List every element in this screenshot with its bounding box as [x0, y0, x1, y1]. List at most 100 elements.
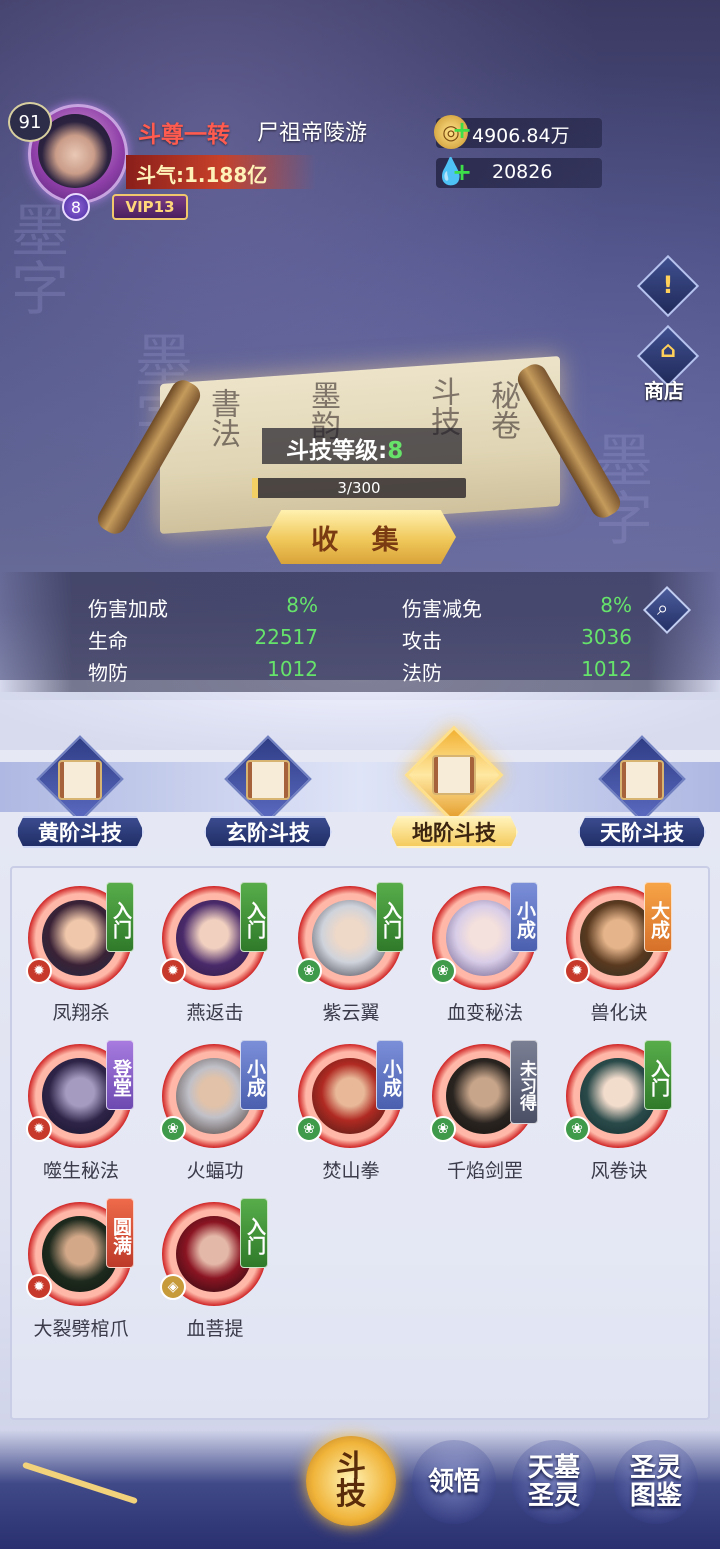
skill-rank-tag: 入门: [240, 1198, 268, 1268]
scroll-calligraphy: 斗技: [425, 376, 460, 436]
nav-skills-button[interactable]: 斗技: [306, 1436, 396, 1526]
skill-card[interactable]: 入门 ❀ 风卷诀: [552, 1034, 686, 1184]
wood-element-icon: ❀: [160, 1116, 186, 1142]
wood-element-icon: ❀: [430, 1116, 456, 1142]
skill-level-value: 8: [387, 438, 404, 464]
skill-progress-bar: 3/300: [252, 478, 466, 498]
stat-label: 物防: [88, 661, 128, 685]
skill-rank-tag: 小成: [510, 882, 538, 952]
skill-rank-tag: 未习得: [510, 1040, 538, 1124]
gold-value: 4906.84万: [472, 125, 570, 147]
player-level-badge: 91: [8, 102, 52, 142]
stat-value: 3036: [581, 625, 632, 649]
skill-card[interactable]: 登堂 ✹ 噬生秘法: [14, 1034, 148, 1184]
skill-card[interactable]: 大成 ✹ 兽化诀: [552, 876, 686, 1026]
shop-pavilion-icon: ⌂: [660, 338, 676, 363]
add-gold-icon[interactable]: +: [452, 116, 472, 144]
skill-book-icon: [620, 760, 664, 800]
stat-value: 8%: [286, 593, 318, 617]
skill-card[interactable]: 入门 ❀ 紫云翼: [284, 876, 418, 1026]
skill-book-icon: [58, 760, 102, 800]
stat-value: 1012: [581, 657, 632, 681]
magnifier-icon: ⌕: [657, 596, 669, 620]
fire-element-icon: ✹: [160, 958, 186, 984]
skill-rank-tag: 入门: [106, 882, 134, 952]
skill-name: 凤翔杀: [52, 1002, 110, 1024]
stat-value: 22517: [254, 625, 318, 649]
stat-value: 8%: [600, 593, 632, 617]
skill-name: 大裂劈棺爪: [33, 1318, 129, 1340]
skill-rank-tag: 入门: [376, 882, 404, 952]
nav-atlas-label: 圣灵图鉴: [629, 1453, 682, 1511]
collect-button[interactable]: 收 集: [266, 510, 456, 564]
vip-badge[interactable]: VIP13: [112, 194, 188, 220]
skill-card[interactable]: 小成 ❀ 焚山拳: [284, 1034, 418, 1184]
skill-card[interactable]: 圆满 ✹ 大裂劈棺爪: [14, 1192, 148, 1342]
stat-label: 法防: [402, 661, 442, 685]
skill-rank-tag: 登堂: [106, 1040, 134, 1110]
skill-rank-tag: 入门: [240, 882, 268, 952]
skill-card[interactable]: 小成 ❀ 火蝠功: [148, 1034, 282, 1184]
skill-level-label: 斗技等级:: [286, 438, 388, 464]
nav-comprehend-button[interactable]: 领悟: [412, 1440, 496, 1524]
skill-card[interactable]: 入门 ✹ 燕返击: [148, 876, 282, 1026]
skill-card[interactable]: 入门 ✹ 凤翔杀: [14, 876, 148, 1026]
skill-progress-text: 3/300: [337, 479, 381, 497]
collect-label: 收 集: [311, 524, 411, 556]
skill-name: 血菩提: [186, 1318, 244, 1340]
skill-name: 兽化诀: [590, 1002, 648, 1024]
stat-label: 伤害加成: [88, 597, 168, 621]
fire-element-icon: ✹: [26, 1116, 52, 1142]
player-name: 尸祖帝陵游: [257, 121, 368, 146]
wood-element-icon: ❀: [296, 958, 322, 984]
skill-card[interactable]: 小成 ❀ 血变秘法: [418, 876, 552, 1026]
skill-book-icon: [246, 760, 290, 800]
wood-element-icon: ❀: [296, 1116, 322, 1142]
skill-rank-tag: 大成: [644, 882, 672, 952]
nav-skills-label: 斗技: [336, 1449, 366, 1512]
nav-tomb-label: 天墓圣灵: [527, 1453, 580, 1511]
stat-label: 攻击: [402, 629, 442, 653]
skill-rank-tag: 圆满: [106, 1198, 134, 1268]
skill-name: 血变秘法: [446, 1002, 523, 1024]
skill-name: 噬生秘法: [42, 1160, 119, 1182]
tab-2[interactable]: 地阶斗技: [390, 816, 518, 848]
stat-value: 1012: [267, 657, 318, 681]
tab-3[interactable]: 天阶斗技: [578, 816, 706, 848]
power-value: 斗气:1.188亿: [136, 163, 268, 187]
stat-label: 生命: [88, 629, 128, 653]
skill-rank-tag: 小成: [240, 1040, 268, 1110]
gold-element-icon: ◈: [160, 1274, 186, 1300]
skill-rank-tag: 小成: [376, 1040, 404, 1110]
nav-comprehend-label: 领悟: [427, 1467, 480, 1497]
scroll-calligraphy: 書法: [205, 388, 240, 448]
nav-tomb-button[interactable]: 天墓圣灵: [512, 1440, 596, 1524]
skill-book-icon: [432, 755, 476, 795]
skill-name: 焚山拳: [322, 1160, 380, 1182]
wood-element-icon: ❀: [430, 958, 456, 984]
add-crystal-icon[interactable]: +: [452, 158, 472, 186]
fire-element-icon: ✹: [26, 958, 52, 984]
skill-name: 燕返击: [186, 1002, 244, 1024]
skill-rank-tag: 入门: [644, 1040, 672, 1110]
star-badge: 8: [62, 193, 90, 221]
fire-element-icon: ✹: [564, 958, 590, 984]
nav-atlas-button[interactable]: 圣灵图鉴: [614, 1440, 698, 1524]
exclamation-icon: !: [662, 271, 674, 299]
skill-name: 千焰剑罡: [446, 1160, 523, 1182]
wood-element-icon: ❀: [564, 1116, 590, 1142]
skill-card[interactable]: 入门 ◈ 血菩提: [148, 1192, 282, 1342]
skill-name: 风卷诀: [590, 1160, 648, 1182]
skill-card[interactable]: 未习得 ❀ 千焰剑罡: [418, 1034, 552, 1184]
background-calligraphy: 墨字: [1, 200, 69, 316]
scroll-calligraphy: 秘卷: [485, 380, 520, 440]
skill-level: 斗技等级:8: [286, 431, 403, 465]
shop-label[interactable]: 商店: [644, 375, 684, 404]
tab-0[interactable]: 黄阶斗技: [16, 816, 144, 848]
rank-title: 斗尊一转: [138, 122, 230, 148]
tab-1[interactable]: 玄阶斗技: [204, 816, 332, 848]
crystal-value: 20826: [492, 161, 553, 183]
skill-name: 火蝠功: [186, 1160, 244, 1182]
skill-name: 紫云翼: [322, 1002, 380, 1024]
fire-element-icon: ✹: [26, 1274, 52, 1300]
